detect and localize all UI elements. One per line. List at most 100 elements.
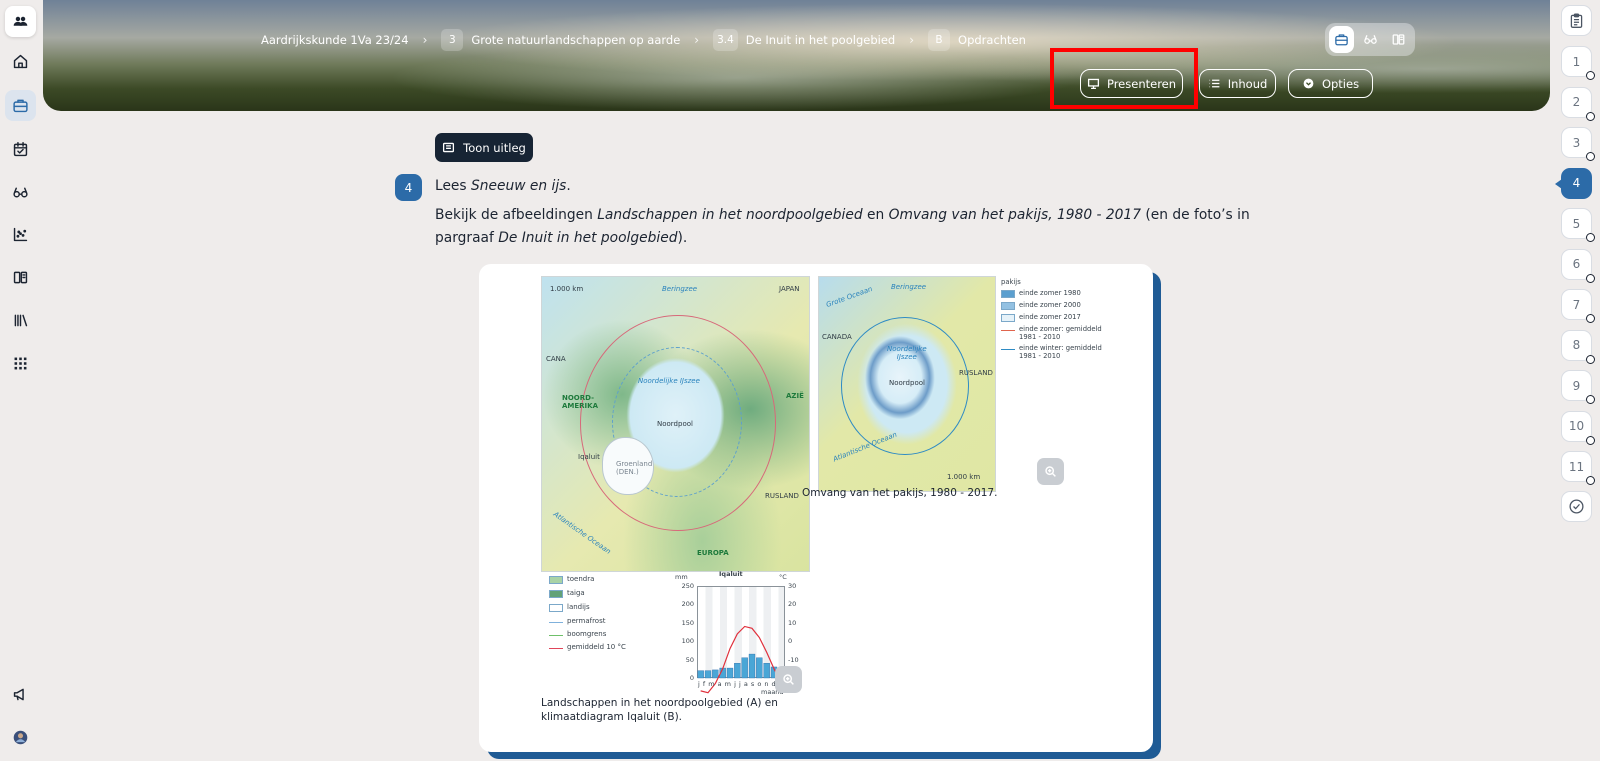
map-label: Groenland (DEN.)	[616, 460, 653, 476]
notes-icon[interactable]	[5, 262, 36, 293]
legend-label: einde zomer 2000	[1019, 301, 1081, 309]
question-line-3: pargraaf De Inuit in het poolgebied).	[435, 230, 687, 246]
highlight-box	[1050, 48, 1198, 109]
question-nav-1[interactable]: 1	[1561, 46, 1595, 80]
question-nav-label: 7	[1572, 297, 1581, 312]
progress-dot	[1586, 476, 1595, 485]
map-label: RUSLAND	[959, 369, 993, 377]
question-nav-6[interactable]: 6	[1561, 248, 1595, 283]
question-nav-3[interactable]: 3	[1561, 127, 1595, 161]
map-pack-ice: Grote Oceaan Beringzee CANADA Noordelijk…	[818, 276, 996, 492]
breadcrumb-part[interactable]: Opdrachten	[958, 33, 1026, 47]
glasses-icon[interactable]	[5, 177, 36, 208]
zoom-in-icon	[1045, 466, 1056, 477]
legend-entry: boomgrens	[549, 630, 669, 638]
breadcrumb-chapter[interactable]: Grote natuurlandschappen op aarde	[471, 33, 680, 47]
map-label: Atlantische Oceaan	[551, 510, 613, 556]
legend-entry: einde winter: gemiddeld 1981 - 2010	[1001, 344, 1111, 360]
question-nav-4[interactable]: 4	[1555, 167, 1592, 199]
legend-line	[549, 648, 563, 649]
map-label: Noordelijke IJszee	[638, 377, 700, 385]
precipitation-bar	[704, 670, 712, 679]
question-nav-2[interactable]: 2	[1561, 86, 1595, 121]
view-mode-toggle	[1325, 23, 1415, 56]
question-nav-10[interactable]: 10	[1561, 410, 1595, 445]
text-fragment: ).	[677, 230, 688, 246]
legend-items: einde zomer 1980 einde zomer 2000 einde zo…	[1001, 289, 1111, 360]
precipitation-bar	[734, 663, 741, 679]
scatter-chart-icon[interactable]	[5, 219, 36, 250]
question-nav-label: 5	[1572, 216, 1581, 231]
legend-entry: einde zomer 2017	[1001, 313, 1111, 322]
options-button[interactable]: Opties	[1288, 69, 1373, 98]
contents-button-label: Inhoud	[1227, 76, 1268, 91]
legend-label: toendra	[567, 575, 595, 583]
axis-unit-left: mm	[675, 573, 688, 581]
legend-label: boomgrens	[567, 630, 607, 638]
question-nav-label: 6	[1572, 257, 1581, 271]
show-explanation-button[interactable]: Toon uitleg	[435, 133, 533, 162]
tick-label: 200	[681, 600, 694, 609]
breadcrumb-section[interactable]: De Inuit in het poolgebied	[746, 33, 895, 47]
question-nav-11[interactable]: 11	[1561, 451, 1595, 485]
breadcrumb-part-letter: B	[928, 29, 951, 51]
precipitation-bar	[697, 670, 704, 679]
check-circle-icon[interactable]	[1561, 491, 1592, 522]
question-line-2: Bekijk de afbeeldingen Landschappen in h…	[435, 207, 1250, 223]
tick-label: -10	[788, 655, 799, 664]
zoom-in-button[interactable]	[1037, 458, 1064, 485]
contents-button[interactable]: Inhoud	[1199, 69, 1276, 98]
notes-view-button[interactable]	[1386, 26, 1411, 53]
axis-unit-right: °C	[779, 573, 787, 581]
glasses-view-button[interactable]	[1358, 26, 1383, 53]
progress-dot	[1586, 314, 1595, 323]
progress-dot	[1586, 152, 1595, 161]
show-explanation-label: Toon uitleg	[463, 140, 526, 155]
chart-svg	[697, 625, 785, 694]
precipitation-bar	[748, 653, 756, 679]
legend-entry: toendra	[549, 575, 669, 584]
text-fragment: Bekijk de afbeeldingen	[435, 207, 598, 223]
question-nav-8[interactable]: 8	[1561, 329, 1595, 364]
legend-swatch	[1001, 314, 1015, 322]
precipitation-bar	[726, 667, 734, 679]
map-label: 1.000 km	[947, 473, 981, 481]
library-icon[interactable]	[5, 305, 36, 336]
tick-label: 10	[788, 618, 797, 627]
map-label: CANADA	[822, 333, 852, 341]
tick-label: 20	[788, 600, 797, 609]
briefcase-icon[interactable]	[5, 90, 36, 121]
legend-entry: landijs	[549, 603, 669, 612]
breadcrumb-section-number: 3.4	[713, 29, 738, 51]
megaphone-icon[interactable]	[5, 679, 36, 710]
map-label: CANA	[546, 355, 566, 363]
zoom-in-button[interactable]	[775, 666, 802, 693]
legend-swatch	[1001, 290, 1015, 298]
tick-label: 30	[788, 582, 797, 590]
calendar-check-icon[interactable]	[5, 134, 36, 165]
group-icon[interactable]	[5, 6, 36, 37]
apps-grid-icon[interactable]	[5, 348, 36, 379]
map-label: Beringzee	[662, 285, 698, 293]
question-nav-label: 10	[1568, 419, 1585, 433]
breadcrumb-course[interactable]: Aardrijkskunde 1Va 23/24	[261, 33, 409, 47]
avatar[interactable]	[5, 722, 36, 753]
caption-landscapes: Landschappen in het noordpoolgebied (A) …	[541, 697, 778, 724]
clipboard-icon[interactable]	[1561, 5, 1592, 36]
question-line-1: Lees Sneeuw en ijs.	[435, 178, 571, 194]
precipitation-bar	[712, 669, 719, 679]
briefcase-view-button[interactable]	[1329, 26, 1354, 53]
question-nav-7[interactable]: 7	[1561, 289, 1595, 323]
map-label: JAPAN	[779, 285, 800, 293]
text-fragment: pargraaf	[435, 230, 499, 246]
zoom-in-icon	[783, 674, 794, 685]
question-nav-5[interactable]: 5	[1561, 208, 1595, 242]
legend-label: einde zomer 1980	[1019, 289, 1081, 297]
legend-entry: permafrost	[549, 617, 669, 625]
home-icon[interactable]	[5, 46, 36, 77]
options-button-label: Opties	[1321, 76, 1360, 91]
question-nav-9[interactable]: 9	[1561, 370, 1595, 404]
map-label: Noordelijke IJszee	[887, 345, 927, 361]
map-label: Iqaluit	[578, 453, 600, 461]
chart-title: Iqaluit	[719, 570, 743, 578]
